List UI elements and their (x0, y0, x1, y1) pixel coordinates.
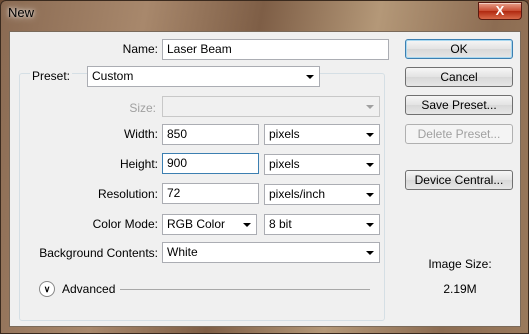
window-title: New (8, 5, 35, 20)
chevron-down-icon (366, 193, 374, 197)
bit-depth-select[interactable]: 8 bit (264, 214, 380, 235)
size-label: Size: (129, 101, 156, 115)
preset-select[interactable]: Custom (87, 66, 320, 87)
name-label: Name: (122, 42, 158, 56)
chevron-down-icon (306, 75, 314, 79)
chevron-down-icon (366, 251, 374, 255)
bit-depth-value: 8 bit (269, 217, 292, 231)
color-mode-value: RGB Color (167, 217, 226, 231)
width-unit-value: pixels (269, 127, 300, 141)
chevron-down-icon (366, 223, 374, 227)
background-contents-value: White (167, 245, 198, 259)
resolution-unit-select[interactable]: pixels/inch (264, 184, 380, 205)
save-preset-button[interactable]: Save Preset... (405, 95, 513, 115)
width-field[interactable]: 850 (162, 124, 259, 145)
resolution-label: Resolution: (97, 187, 158, 201)
height-field[interactable]: 900 (162, 153, 259, 174)
image-size-label: Image Size: (428, 257, 492, 271)
height-label: Height: (119, 157, 158, 171)
name-field[interactable]: Laser Beam (162, 39, 389, 60)
close-button[interactable]: X (478, 2, 522, 20)
chevron-down-icon (243, 223, 251, 227)
image-size-value: 2.19M (443, 282, 477, 296)
new-document-dialog: New X Name: Laser Beam Preset: Custom Si… (0, 0, 529, 334)
cancel-button[interactable]: Cancel (405, 67, 513, 87)
chevron-down-icon (366, 105, 374, 109)
chevron-down-icon (366, 133, 374, 137)
color-mode-label: Color Mode: (92, 217, 158, 231)
delete-preset-button[interactable]: Delete Preset... (405, 124, 513, 144)
background-contents-label: Background Contents: (39, 246, 158, 260)
advanced-label[interactable]: Advanced (62, 282, 115, 296)
width-label: Width: (123, 127, 158, 141)
color-mode-select[interactable]: RGB Color (162, 214, 257, 235)
background-contents-select[interactable]: White (162, 242, 380, 263)
size-select[interactable] (162, 96, 380, 117)
preset-label: Preset: (30, 69, 73, 83)
dialog-body: Name: Laser Beam Preset: Custom Size: Wi… (9, 31, 521, 327)
device-central-button[interactable]: Device Central... (405, 170, 513, 190)
chevron-down-icon (366, 163, 374, 167)
title-bar[interactable]: New X (1, 1, 528, 27)
resolution-field[interactable]: 72 (162, 183, 259, 204)
resolution-unit-value: pixels/inch (269, 187, 326, 201)
width-unit-select[interactable]: pixels (264, 124, 380, 145)
height-unit-value: pixels (269, 157, 300, 171)
expand-advanced-icon[interactable]: ∨ (39, 281, 55, 297)
ok-button[interactable]: OK (405, 39, 513, 59)
height-unit-select[interactable]: pixels (264, 154, 380, 175)
advanced-divider (120, 289, 370, 290)
preset-select-value: Custom (92, 69, 134, 83)
